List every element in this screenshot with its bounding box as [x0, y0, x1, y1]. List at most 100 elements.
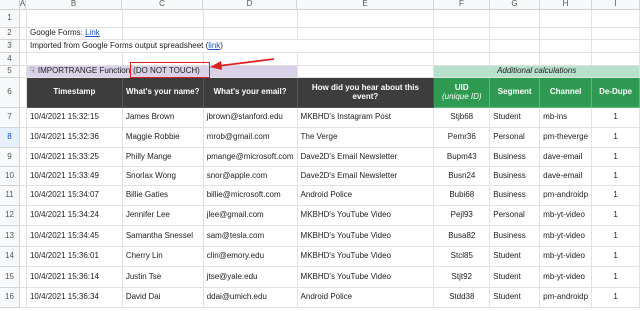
- column-header-b[interactable]: B: [26, 0, 122, 10]
- row-number[interactable]: 6: [0, 78, 20, 108]
- cell-email[interactable]: billie@microsoft.com: [203, 186, 298, 206]
- row-number[interactable]: 7: [0, 108, 20, 128]
- cell-email[interactable]: jbrown@stanford.edu: [203, 108, 298, 128]
- cell[interactable]: [203, 10, 298, 28]
- cell[interactable]: [434, 53, 491, 66]
- row-number[interactable]: 1: [0, 10, 20, 28]
- cell-timestamp[interactable]: 10/4/2021 15:34:24: [26, 206, 123, 226]
- cell-email[interactable]: ddai@umich.edu: [203, 288, 298, 308]
- cell-dedupe[interactable]: 1: [592, 186, 640, 206]
- cell-dedupe[interactable]: 1: [592, 288, 640, 308]
- cell-segment[interactable]: Student: [490, 247, 541, 267]
- cell-timestamp[interactable]: 10/4/2021 15:32:36: [26, 128, 123, 148]
- cell[interactable]: [434, 28, 491, 40]
- cell-hear[interactable]: Android Police: [297, 186, 435, 206]
- cell-name[interactable]: Justin Tse: [122, 267, 204, 288]
- cell-channel[interactable]: pm-androidp: [540, 288, 593, 308]
- cell[interactable]: [19, 288, 27, 308]
- cell-email[interactable]: jtse@yale.edu: [203, 267, 298, 288]
- cell[interactable]: [490, 53, 541, 66]
- cell[interactable]: [19, 10, 27, 28]
- cell[interactable]: [297, 53, 435, 66]
- cell-dedupe[interactable]: 1: [592, 108, 640, 128]
- cell[interactable]: [19, 206, 27, 226]
- column-header-i[interactable]: I: [592, 0, 640, 10]
- cell-segment[interactable]: Business: [490, 167, 541, 186]
- header-name[interactable]: What's your name?: [122, 78, 204, 108]
- cell-segment[interactable]: Personal: [490, 206, 541, 226]
- cell-hear[interactable]: Dave2D's Email Newsletter: [297, 167, 435, 186]
- cell-name[interactable]: Samantha Snessel: [122, 226, 204, 247]
- cell[interactable]: [26, 53, 123, 66]
- column-header-f[interactable]: F: [434, 0, 490, 10]
- cell[interactable]: [592, 40, 640, 53]
- cell-hear[interactable]: MKBHD's YouTube Video: [297, 267, 435, 288]
- cell-channel[interactable]: mb-yt-video: [540, 267, 593, 288]
- cell-channel[interactable]: pm-theverge: [540, 128, 593, 148]
- row-number[interactable]: 10: [0, 167, 20, 186]
- cell-dedupe[interactable]: 1: [592, 128, 640, 148]
- cell-dedupe[interactable]: 1: [592, 267, 640, 288]
- cell[interactable]: [490, 40, 541, 53]
- cell[interactable]: [19, 247, 27, 267]
- cell-hear[interactable]: Android Police: [297, 288, 435, 308]
- cell[interactable]: [122, 10, 204, 28]
- column-header-g[interactable]: G: [490, 0, 540, 10]
- row-number[interactable]: 16: [0, 288, 20, 308]
- cell[interactable]: [540, 40, 593, 53]
- cell-timestamp[interactable]: 10/4/2021 15:34:45: [26, 226, 123, 247]
- cell[interactable]: [19, 40, 27, 53]
- cell-name[interactable]: Cherry Lin: [122, 247, 204, 267]
- cell-email[interactable]: sam@tesla.com: [203, 226, 298, 247]
- cell-segment[interactable]: Business: [490, 148, 541, 167]
- column-header-c[interactable]: C: [122, 0, 203, 10]
- cell[interactable]: [592, 10, 640, 28]
- cell-uid[interactable]: Pemr36: [434, 128, 491, 148]
- cell-segment[interactable]: Business: [490, 186, 541, 206]
- cell-timestamp[interactable]: 10/4/2021 15:36:01: [26, 247, 123, 267]
- cell-dedupe[interactable]: 1: [592, 167, 640, 186]
- cell[interactable]: [592, 53, 640, 66]
- cell-channel[interactable]: mb-yt-video: [540, 206, 593, 226]
- cell[interactable]: [540, 10, 593, 28]
- cell-uid[interactable]: Stjt92: [434, 267, 491, 288]
- cell[interactable]: [490, 28, 541, 40]
- cell-timestamp[interactable]: 10/4/2021 15:36:34: [26, 288, 123, 308]
- row-number[interactable]: 13: [0, 226, 20, 247]
- row-number[interactable]: 15: [0, 267, 20, 288]
- cell-uid[interactable]: Bubi68: [434, 186, 491, 206]
- cell-channel[interactable]: dave-email: [540, 148, 593, 167]
- cell[interactable]: [19, 167, 27, 186]
- cell-email[interactable]: snor@apple.com: [203, 167, 298, 186]
- cell[interactable]: [19, 108, 27, 128]
- cell[interactable]: [19, 66, 27, 78]
- cell-uid[interactable]: Pejl93: [434, 206, 491, 226]
- row-number[interactable]: 9: [0, 148, 20, 167]
- cell-segment[interactable]: Student: [490, 288, 541, 308]
- cell-email[interactable]: mrob@gmail.com: [203, 128, 298, 148]
- column-header-d[interactable]: D: [203, 0, 297, 10]
- cell-timestamp[interactable]: 10/4/2021 15:34:07: [26, 186, 123, 206]
- cell[interactable]: [297, 28, 435, 40]
- row-number[interactable]: 3: [0, 40, 20, 53]
- cell-email[interactable]: clin@emory.edu: [203, 247, 298, 267]
- cell-channel[interactable]: pm-androidp: [540, 186, 593, 206]
- cell-hear[interactable]: MKBHD's Instagram Post: [297, 108, 435, 128]
- cell[interactable]: [490, 10, 541, 28]
- row-number[interactable]: 14: [0, 247, 20, 267]
- cell[interactable]: [540, 28, 593, 40]
- cell[interactable]: [19, 226, 27, 247]
- cell-hear[interactable]: MKBHD's YouTube Video: [297, 247, 435, 267]
- cell[interactable]: [19, 186, 27, 206]
- cell-uid[interactable]: Stdd38: [434, 288, 491, 308]
- cell-email[interactable]: pmange@microsoft.com: [203, 148, 298, 167]
- header-dedupe[interactable]: De-Dupe: [592, 78, 640, 108]
- cell-name[interactable]: David Dai: [122, 288, 204, 308]
- cell-hear[interactable]: MKBHD's YouTube Video: [297, 206, 435, 226]
- cell-channel[interactable]: mb-yt-video: [540, 226, 593, 247]
- cell-uid[interactable]: Busa82: [434, 226, 491, 247]
- header-timestamp[interactable]: Timestamp: [26, 78, 123, 108]
- cell-dedupe[interactable]: 1: [592, 247, 640, 267]
- cell-dedupe[interactable]: 1: [592, 206, 640, 226]
- cell-timestamp[interactable]: 10/4/2021 15:36:14: [26, 267, 123, 288]
